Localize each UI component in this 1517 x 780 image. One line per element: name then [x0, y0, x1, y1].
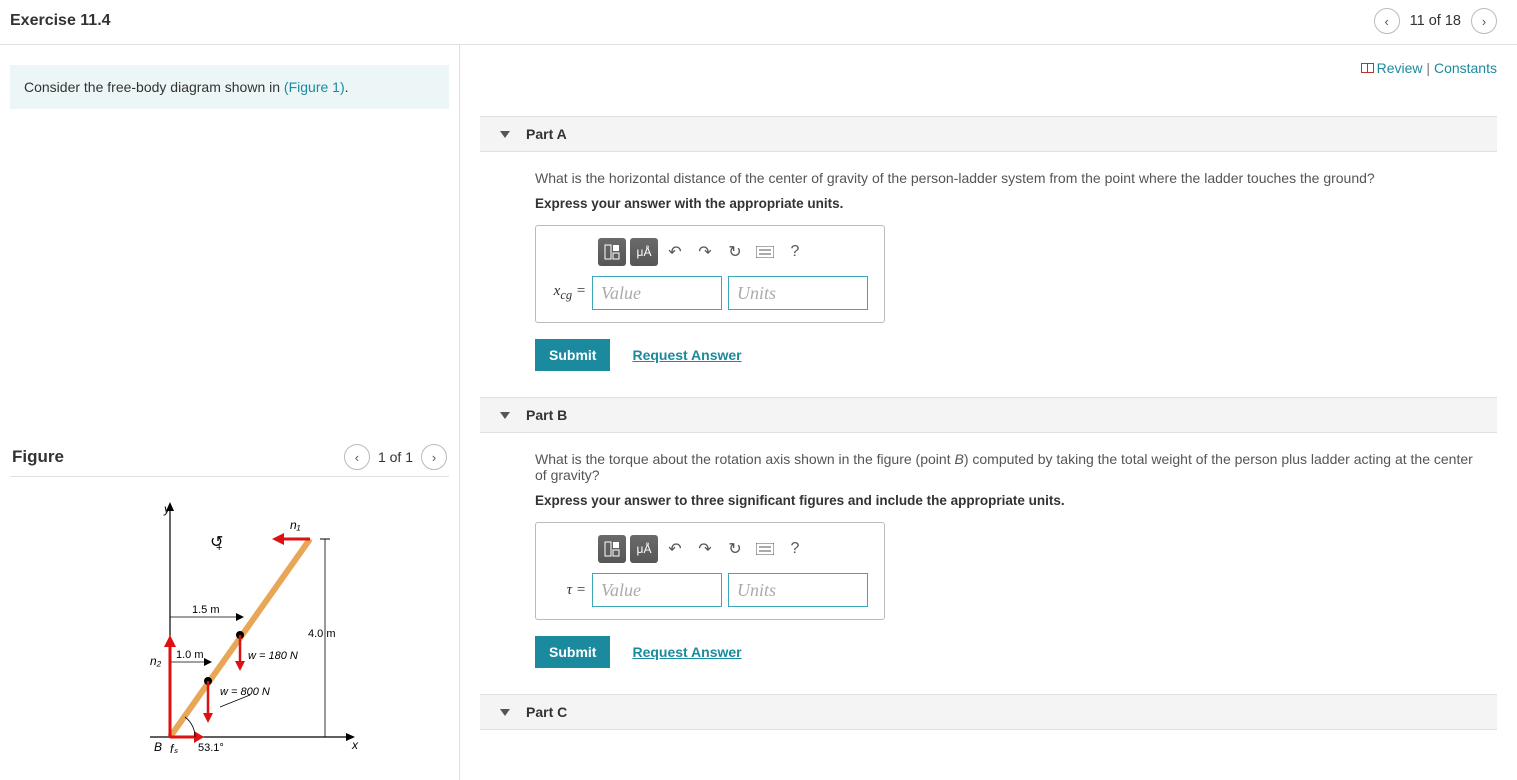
- part-c-title: Part C: [526, 704, 567, 720]
- review-link[interactable]: Review: [1377, 60, 1423, 76]
- part-b-title: Part B: [526, 407, 567, 423]
- collapse-icon: [500, 131, 510, 138]
- figure-count: 1 of 1: [378, 449, 413, 465]
- svg-text:+: +: [216, 542, 222, 554]
- part-a-header[interactable]: Part A: [480, 116, 1497, 152]
- figure-prev-button[interactable]: ‹: [344, 444, 370, 470]
- part-a-instruct: Express your answer with the appropriate…: [535, 196, 1477, 211]
- help-button[interactable]: ?: [782, 536, 808, 562]
- part-b-question: What is the torque about the rotation ax…: [535, 451, 1477, 483]
- part-a-var-label: xcg =: [546, 283, 586, 303]
- dist-1-5: 1.5 m: [192, 604, 220, 616]
- redo-button[interactable]: ↷: [692, 239, 718, 265]
- figure-title: Figure: [12, 447, 64, 467]
- constants-link[interactable]: Constants: [1434, 60, 1497, 76]
- instruction-text: Consider the free-body diagram shown in: [24, 79, 284, 95]
- part-b-instruct: Express your answer to three significant…: [535, 493, 1477, 508]
- page-title: Exercise 11.4: [10, 12, 111, 30]
- part-b-header[interactable]: Part B: [480, 397, 1497, 433]
- special-chars-button[interactable]: μÅ: [630, 238, 658, 266]
- undo-button[interactable]: ↶: [662, 239, 688, 265]
- part-b-request-answer-link[interactable]: Request Answer: [632, 644, 741, 660]
- prev-page-button[interactable]: ‹: [1374, 8, 1400, 34]
- part-a-value-input[interactable]: Value: [592, 276, 722, 310]
- part-c-header[interactable]: Part C: [480, 694, 1497, 730]
- page-count: 11 of 18: [1410, 13, 1461, 29]
- part-b-units-input[interactable]: Units: [728, 573, 868, 607]
- special-chars-button[interactable]: μÅ: [630, 535, 658, 563]
- templates-button[interactable]: [598, 535, 626, 563]
- part-b-var-label: τ =: [546, 582, 586, 599]
- fs-label: fₛ: [170, 742, 178, 756]
- y-axis-label: y: [163, 502, 171, 516]
- collapse-icon: [500, 412, 510, 419]
- angle-label: 53.1°: [198, 742, 224, 754]
- w-180: w = 180 N: [248, 650, 298, 662]
- reset-button[interactable]: ↻: [722, 239, 748, 265]
- instruction-box: Consider the free-body diagram shown in …: [10, 65, 449, 109]
- page-nav: ‹ 11 of 18 ›: [1374, 8, 1497, 34]
- collapse-icon: [500, 709, 510, 716]
- figure-next-button[interactable]: ›: [421, 444, 447, 470]
- part-a-units-input[interactable]: Units: [728, 276, 868, 310]
- help-button[interactable]: ?: [782, 239, 808, 265]
- n2-label: n₂: [150, 654, 162, 668]
- dist-4-0: 4.0 m: [308, 628, 336, 640]
- keyboard-button[interactable]: [752, 239, 778, 265]
- figure-link[interactable]: (Figure 1): [284, 79, 345, 95]
- instruction-suffix: .: [345, 79, 349, 95]
- b-label: B: [154, 740, 162, 754]
- part-a-answer-box: μÅ ↶ ↷ ↻ ? xcg = Value Units: [535, 225, 885, 323]
- reset-button[interactable]: ↻: [722, 536, 748, 562]
- undo-button[interactable]: ↶: [662, 536, 688, 562]
- part-a-submit-button[interactable]: Submit: [535, 339, 610, 371]
- part-a-title: Part A: [526, 126, 567, 142]
- part-b-value-input[interactable]: Value: [592, 573, 722, 607]
- dist-1-0: 1.0 m: [176, 649, 204, 661]
- part-b-answer-box: μÅ ↶ ↷ ↻ ? τ = Value Units: [535, 522, 885, 620]
- n1-label: n₁: [290, 518, 301, 532]
- templates-button[interactable]: [598, 238, 626, 266]
- keyboard-button[interactable]: [752, 536, 778, 562]
- part-a-question: What is the horizontal distance of the c…: [535, 170, 1477, 186]
- w-800: w = 800 N: [220, 686, 270, 698]
- part-b-submit-button[interactable]: Submit: [535, 636, 610, 668]
- redo-button[interactable]: ↷: [692, 536, 718, 562]
- x-axis-label: x: [351, 738, 359, 752]
- part-a-request-answer-link[interactable]: Request Answer: [632, 347, 741, 363]
- next-page-button[interactable]: ›: [1471, 8, 1497, 34]
- figure-diagram: y x 4.0 m n₁ ↺ +: [10, 477, 449, 760]
